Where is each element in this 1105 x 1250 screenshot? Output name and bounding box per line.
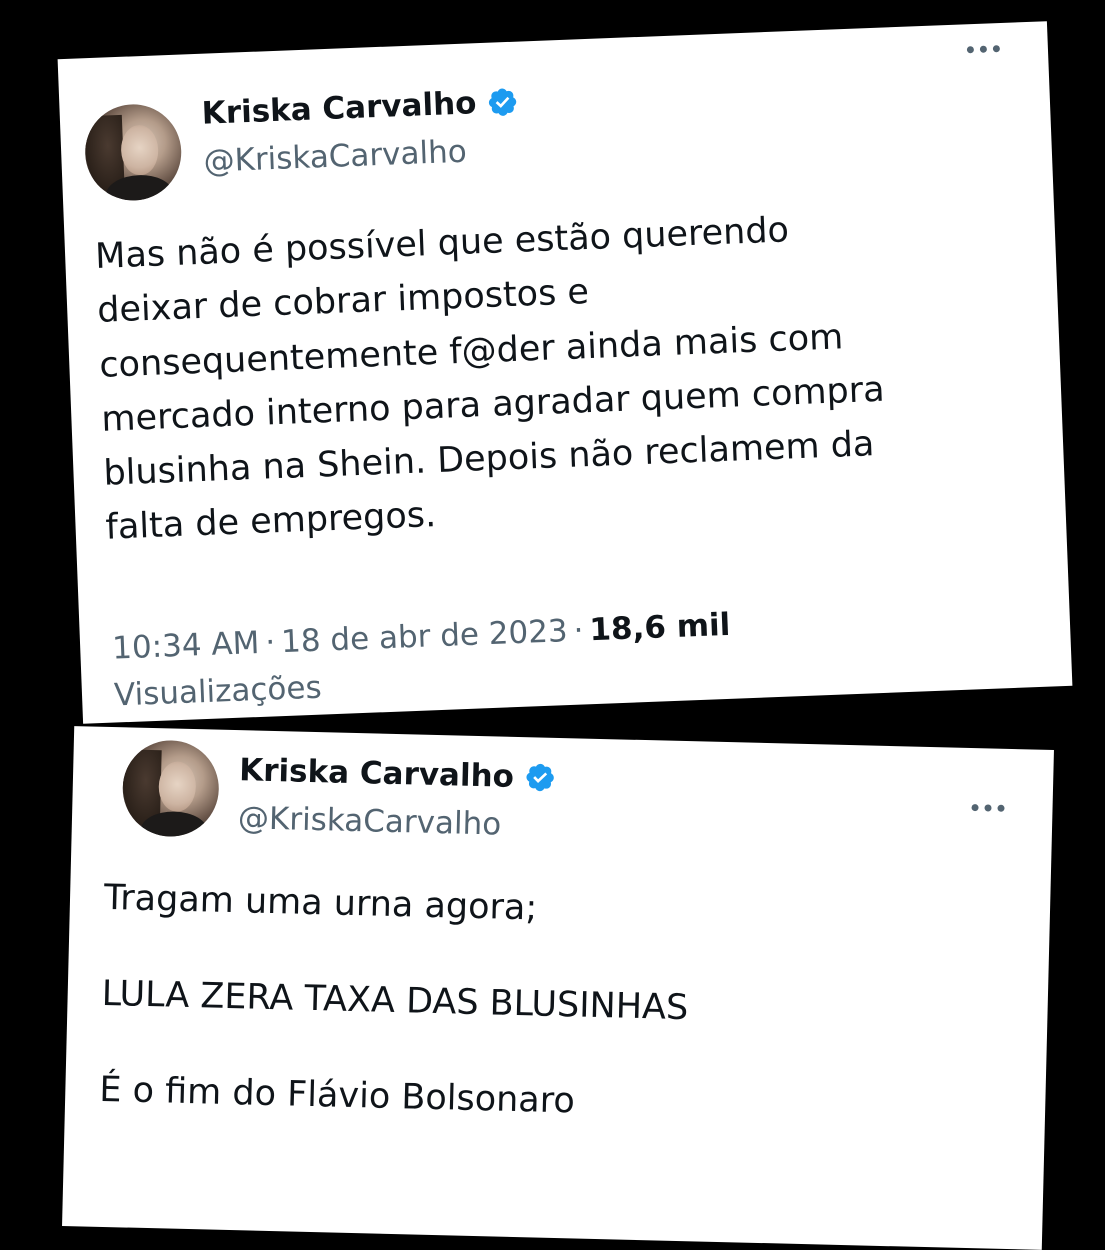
- author-handle[interactable]: @KriskaCarvalho: [203, 134, 467, 180]
- separator: ·: [572, 612, 585, 649]
- dot: [984, 804, 992, 812]
- dot: [997, 804, 1005, 812]
- author-name[interactable]: Kriska Carvalho: [201, 85, 477, 132]
- tweet-paragraph: Tragam uma urna agora;: [103, 877, 538, 929]
- verified-badge-icon: [488, 88, 517, 116]
- dot: [966, 46, 975, 54]
- tweet-card: Kriska Carvalho @KriskaCarvalho Tragam u…: [62, 726, 1054, 1250]
- tweet-text: Mas não é possível que estão querendo de…: [94, 196, 986, 555]
- tweet-date[interactable]: 18 de abr de 2023: [280, 613, 568, 660]
- tweet-text: Tragam uma urna agora; LULA ZERA TAXA DA…: [98, 877, 985, 1186]
- author-name-row: Kriska Carvalho: [201, 84, 519, 132]
- tweet-paragraph: É o fim do Flávio Bolsonaro: [98, 1069, 576, 1121]
- tweet-time[interactable]: 10:34 AM: [112, 625, 260, 667]
- separator: ·: [264, 624, 276, 661]
- verified-badge-icon: [526, 763, 554, 792]
- dot: [971, 804, 979, 812]
- avatar[interactable]: [121, 739, 220, 838]
- avatar-face: [158, 761, 197, 813]
- author-handle[interactable]: @KriskaCarvalho: [238, 800, 502, 842]
- more-options-icon[interactable]: [971, 804, 1005, 812]
- more-options-icon[interactable]: [966, 45, 1001, 54]
- views-label: Visualizações: [113, 669, 323, 714]
- views-count[interactable]: 18,6 mil: [589, 607, 731, 648]
- tweet-paragraph: LULA ZERA TAXA DAS BLUSINHAS: [101, 973, 689, 1028]
- dot: [992, 45, 1001, 53]
- avatar-face: [120, 124, 160, 176]
- author-name[interactable]: Kriska Carvalho: [239, 752, 515, 795]
- avatar[interactable]: [83, 102, 184, 203]
- dot: [979, 45, 988, 53]
- tweet-card: Kriska Carvalho @KriskaCarvalho Mas não …: [57, 21, 1073, 724]
- tweet-metadata: 10:34 AM · 18 de abr de 2023 · 18,6 mil Visu…: [111, 598, 834, 719]
- author-name-row: Kriska Carvalho: [239, 752, 557, 796]
